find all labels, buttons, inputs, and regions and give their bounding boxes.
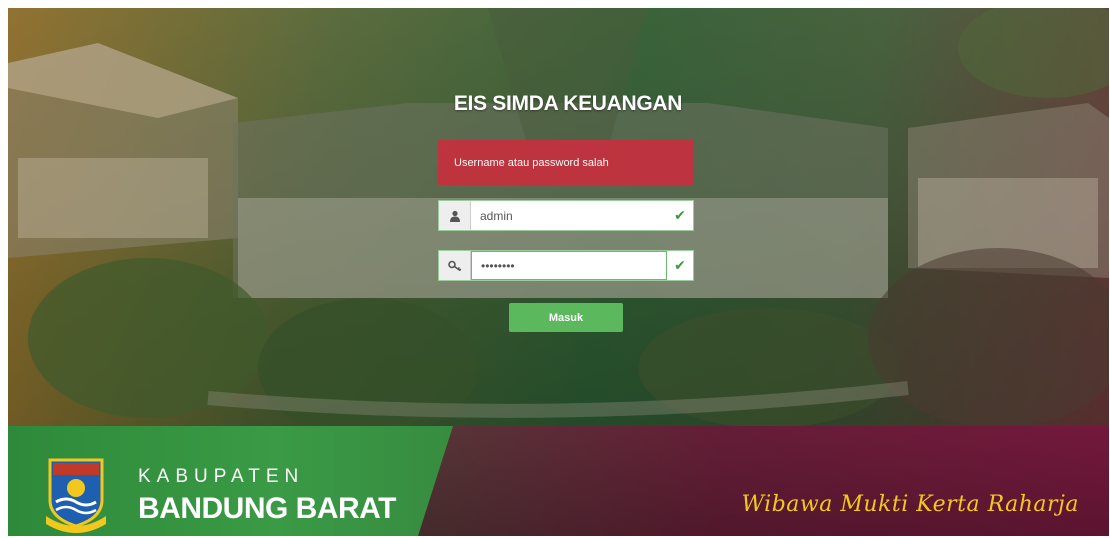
- login-button[interactable]: Masuk: [509, 303, 623, 332]
- error-alert: Username atau password salah: [438, 140, 694, 185]
- user-icon: [439, 201, 471, 230]
- error-message: Username atau password salah: [454, 156, 609, 169]
- password-valid-check-icon: ✔: [674, 257, 686, 273]
- password-field: ✔: [438, 250, 694, 281]
- username-field: ✔: [438, 200, 694, 231]
- username-input[interactable]: [471, 201, 667, 230]
- login-title: EIS SIMDA KEUANGAN: [453, 92, 683, 115]
- footer-banner: KABUPATEN BANDUNG BARAT Wibawa Mukti Ker…: [8, 426, 1109, 536]
- banner-right-panel: [408, 426, 1109, 536]
- username-valid-check-icon: ✔: [674, 207, 686, 223]
- motto-text: Wibawa Mukti Kerta Raharja: [741, 492, 1079, 517]
- region-name-label: BANDUNG BARAT: [138, 492, 396, 525]
- key-icon: [439, 251, 471, 280]
- password-input[interactable]: [471, 251, 667, 280]
- app-frame: EIS SIMDA KEUANGAN Username atau passwor…: [8, 8, 1109, 536]
- region-type-label: KABUPATEN: [138, 466, 305, 487]
- regency-emblem-icon: [46, 458, 106, 533]
